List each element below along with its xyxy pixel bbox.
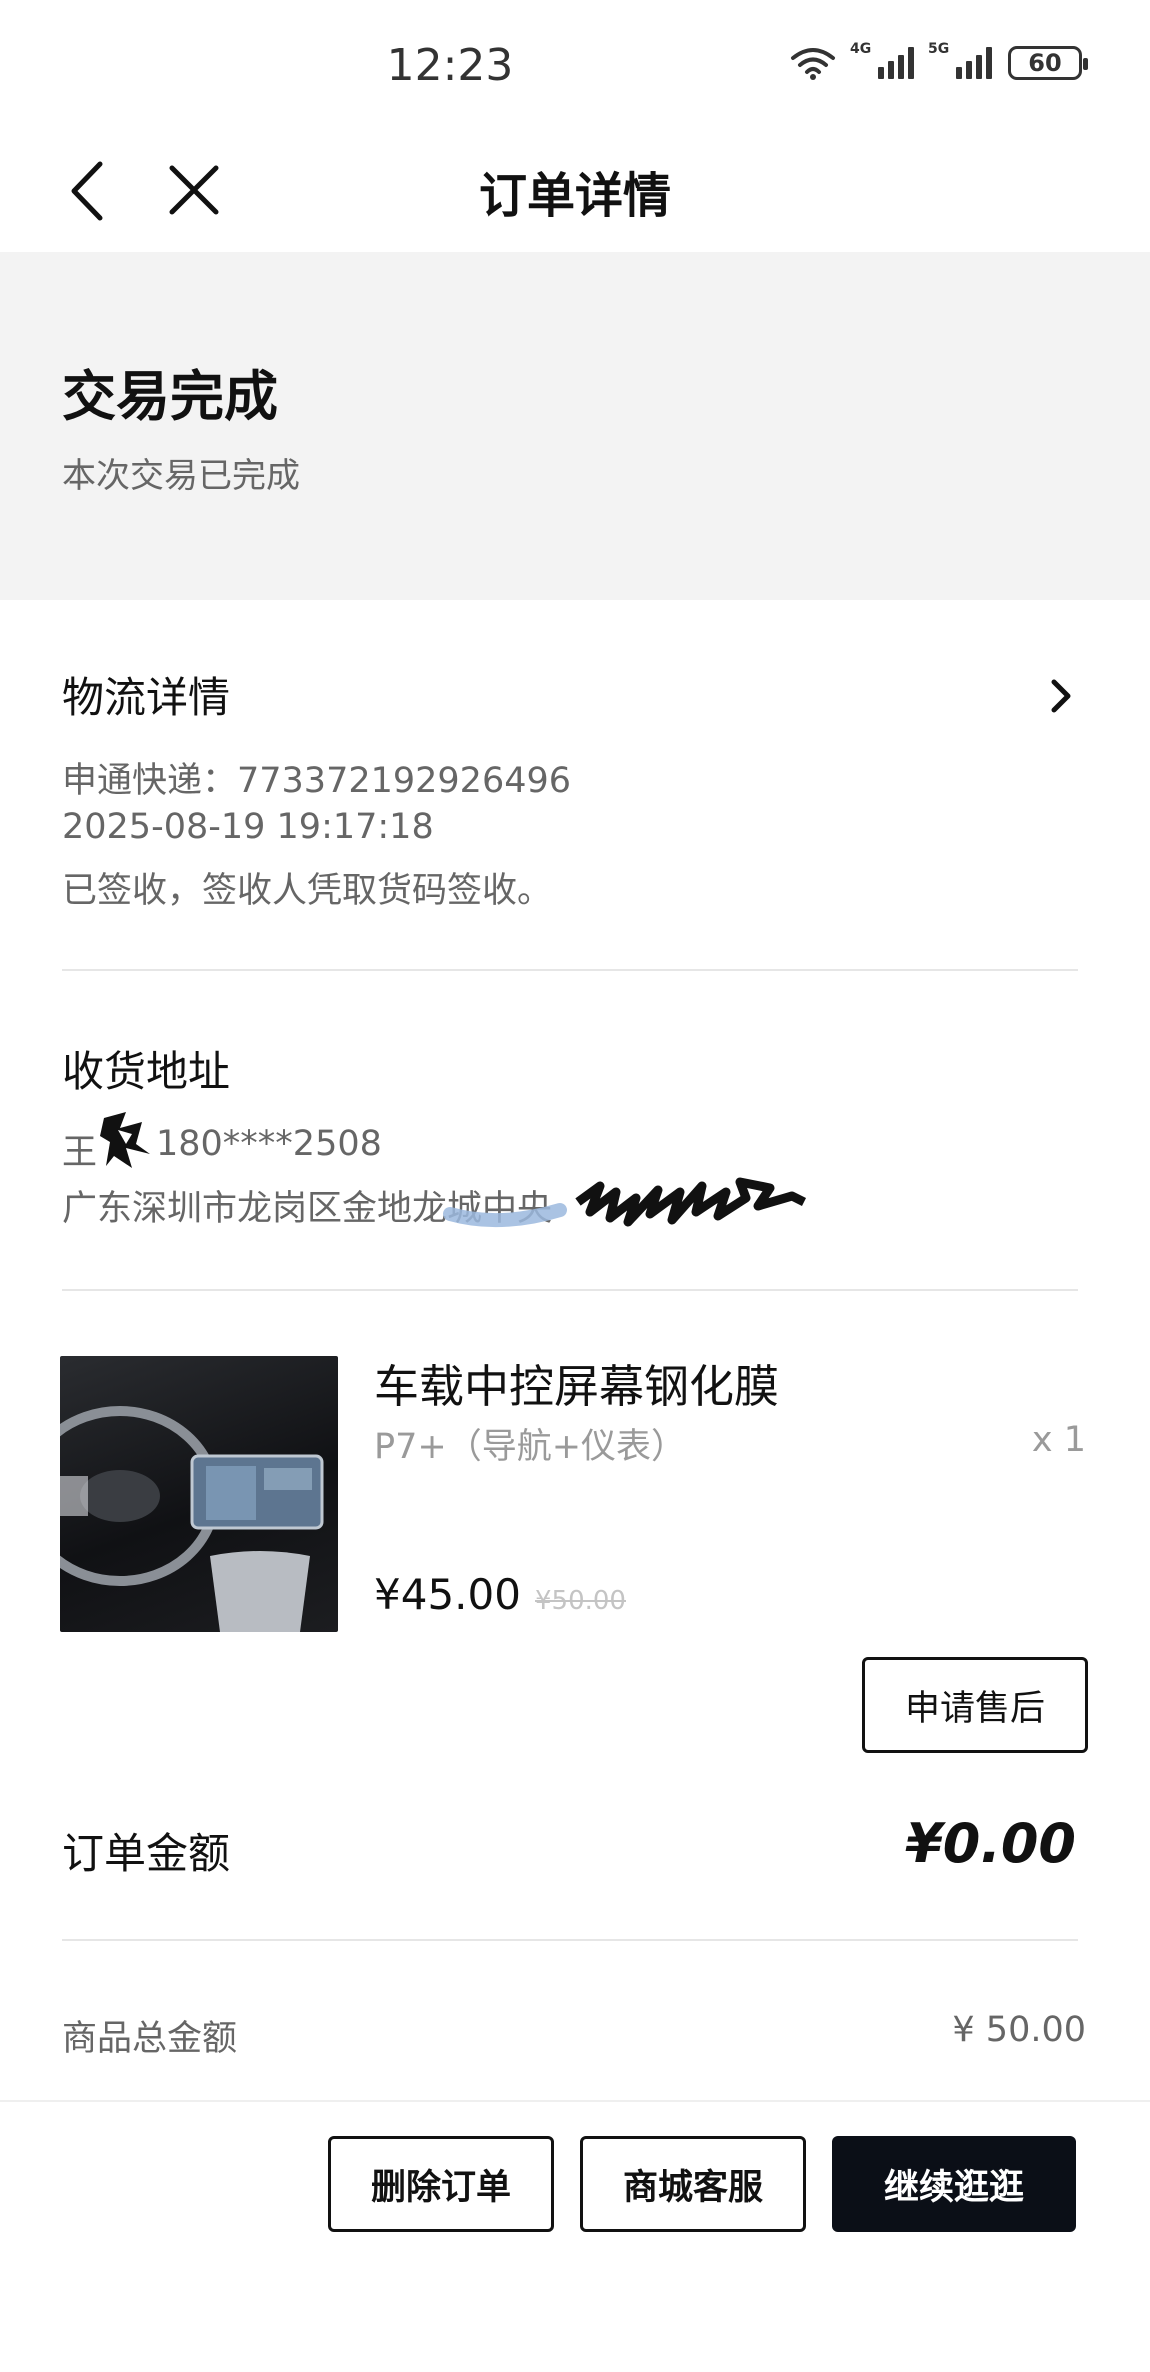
after-sale-button[interactable]: 申请售后 [862, 1657, 1088, 1753]
logistics-datetime: 2025-08-19 19:17:18 [62, 807, 434, 847]
product-spec: P7+（导航+仪表） [374, 1427, 687, 1467]
order-status-title: 交易完成 [62, 365, 278, 428]
signal-4g-icon: 4G [850, 41, 914, 79]
logistics-status: 已签收，签收人凭取货码签收。 [62, 871, 553, 911]
page-title: 订单详情 [478, 168, 671, 224]
status-icons: 4G 5G 60 [790, 41, 1088, 80]
continue-shopping-button[interactable]: 继续逛逛 [832, 2136, 1076, 2232]
product-image[interactable] [60, 1356, 338, 1632]
divider [62, 1939, 1078, 1941]
battery-level: 60 [1028, 49, 1062, 77]
battery-icon: 60 [1008, 46, 1088, 80]
goods-total-label: 商品总金额 [62, 2019, 238, 2059]
divider [62, 1289, 1078, 1291]
product-price: ¥45.00 [374, 1570, 521, 1619]
signal-5g-icon: 5G [928, 41, 992, 79]
goods-total-value: ¥ 50.00 [952, 2010, 1086, 2050]
logistics-carrier: 申通快递：773372192926496 [62, 761, 572, 801]
nav-bar: 订单详情 [0, 130, 1150, 252]
address-title: 收货地址 [62, 1047, 231, 1096]
delete-order-button[interactable]: 删除订单 [328, 2136, 554, 2232]
redaction-mark [100, 1112, 150, 1168]
order-status-subtitle: 本次交易已完成 [62, 456, 300, 496]
order-status-banner: 交易完成 本次交易已完成 [0, 252, 1150, 600]
wifi-icon [791, 48, 835, 80]
product-name[interactable]: 车载中控屏幕钢化膜 [374, 1350, 779, 1415]
status-bar: 12:23 4G 5G 60 [0, 0, 1150, 130]
product-original-price: ¥50.00 [535, 1586, 626, 1616]
address-name: 王 [62, 1133, 98, 1173]
chevron-right-icon[interactable] [1046, 676, 1076, 716]
product-quantity: x 1 [1031, 1420, 1086, 1460]
status-time: 12:23 [386, 40, 514, 91]
customer-service-button[interactable]: 商城客服 [580, 2136, 806, 2232]
divider [62, 969, 1078, 971]
logistics-title[interactable]: 物流详情 [62, 664, 230, 725]
order-amount-value: ¥0.00 [905, 1812, 1076, 1875]
address-phone: 180****2508 [156, 1124, 382, 1164]
redaction-mark [443, 1177, 807, 1228]
order-amount-label: 订单金额 [62, 1829, 231, 1878]
